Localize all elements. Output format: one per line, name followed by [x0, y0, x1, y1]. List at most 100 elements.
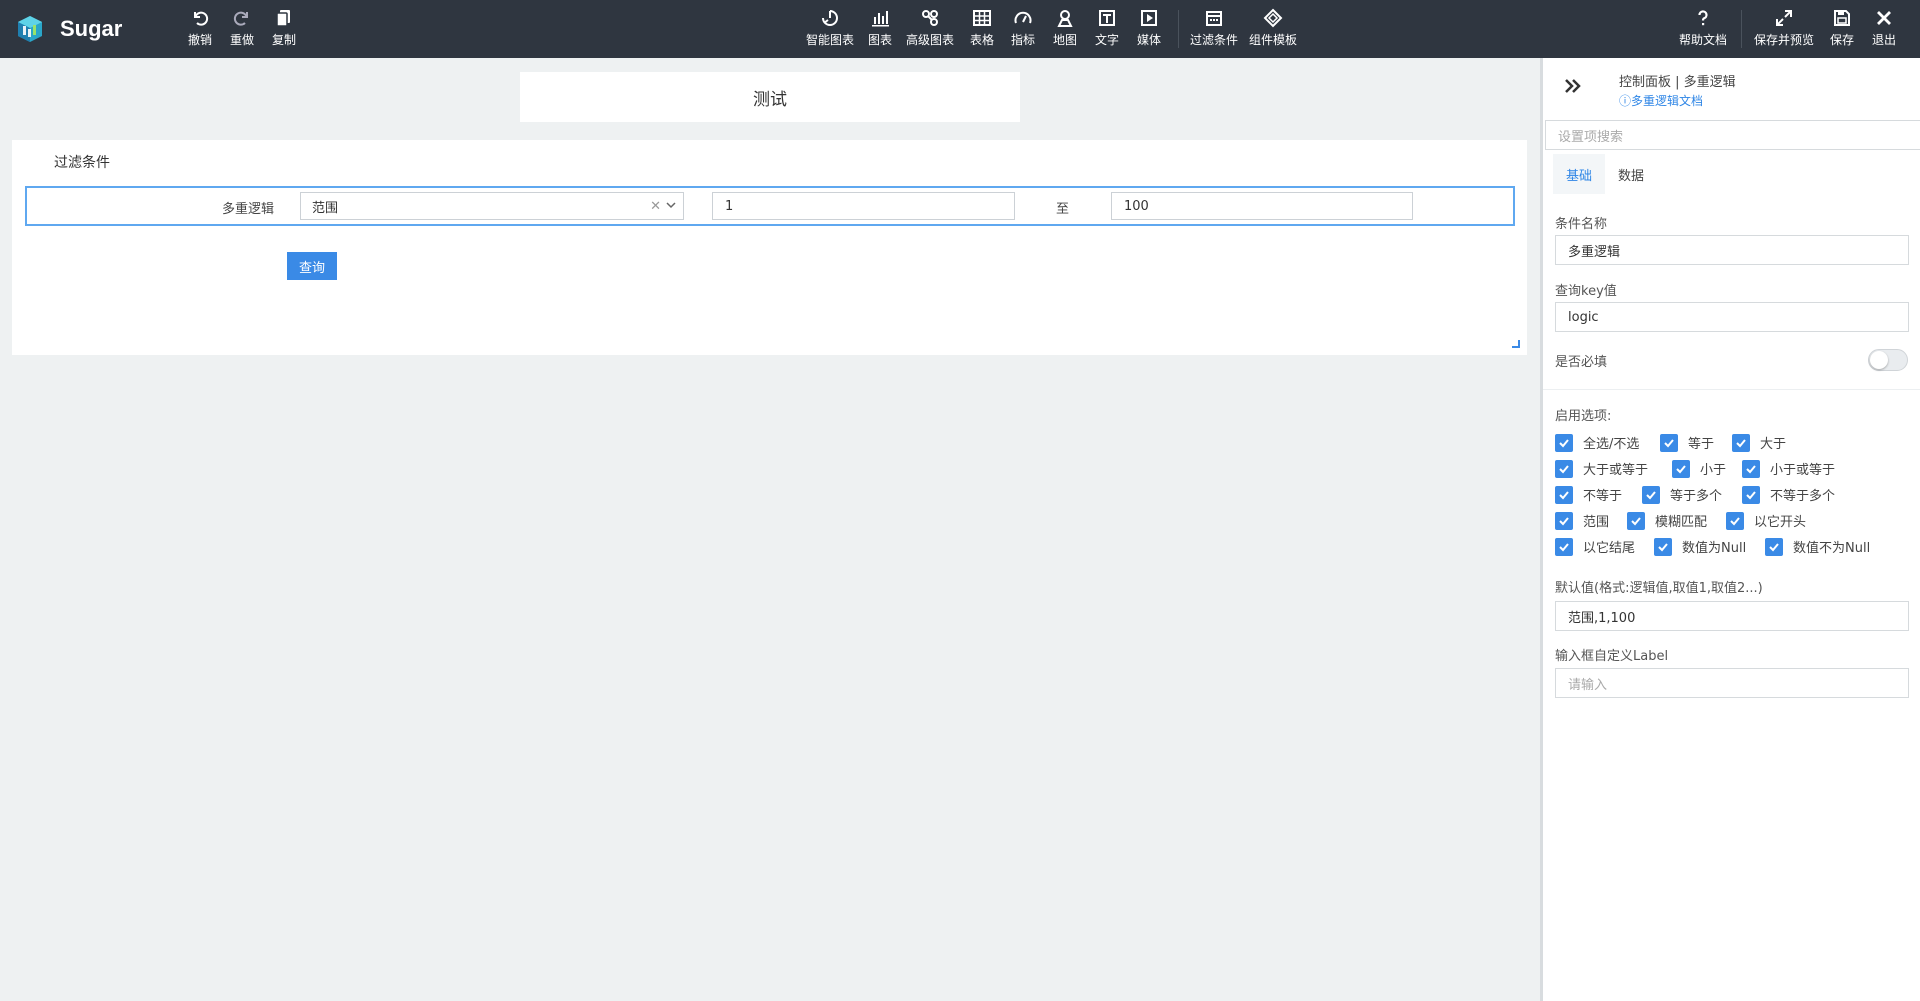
filter-condition-button[interactable]: 过滤条件 — [1190, 8, 1238, 48]
option-label: 不等于多个 — [1770, 489, 1836, 504]
settings-search-input[interactable]: 设置项搜索 — [1545, 120, 1920, 150]
option-label: 大于或等于 — [1583, 463, 1649, 478]
save-preview-button[interactable]: 保存并预览 — [1754, 8, 1814, 48]
option-label: 等于多个 — [1670, 489, 1723, 504]
range-to-input[interactable]: 100 — [1111, 192, 1413, 220]
query-key-input[interactable]: logic — [1555, 302, 1909, 332]
logic-select-value: 范围 — [312, 200, 339, 216]
tab-basic[interactable]: 基础 — [1553, 154, 1605, 194]
option-starts-with[interactable]: 以它开头 — [1726, 511, 1806, 530]
undo-label: 撤销 — [188, 33, 213, 47]
save-button[interactable]: 保存 — [1830, 8, 1854, 48]
option-greater[interactable]: 大于 — [1732, 433, 1786, 452]
resize-handle[interactable] — [1512, 340, 1520, 348]
custom-label-input[interactable]: 请输入 — [1555, 668, 1909, 698]
checkbox-checked-icon — [1555, 537, 1573, 556]
undo-button[interactable]: 撤销 — [188, 8, 212, 48]
checkbox-checked-icon — [1765, 537, 1783, 556]
option-ends-with[interactable]: 以它结尾 — [1555, 537, 1635, 556]
default-value-text: 范围,1,100 — [1568, 610, 1636, 626]
map-button[interactable]: 地图 — [1053, 8, 1077, 48]
checkbox-checked-icon — [1732, 433, 1750, 452]
checkbox-checked-icon — [1555, 433, 1573, 452]
advanced-chart-button[interactable]: 高级图表 — [906, 8, 954, 48]
component-template-button[interactable]: 组件模板 — [1249, 8, 1297, 48]
option-label: 以它开头 — [1754, 515, 1807, 530]
help-doc-button[interactable]: 帮助文档 — [1679, 8, 1727, 48]
checkbox-checked-icon — [1555, 511, 1573, 530]
option-label: 小于或等于 — [1770, 463, 1836, 478]
option-greater-equal[interactable]: 大于或等于 — [1555, 459, 1648, 478]
option-is-null[interactable]: 数值为Null — [1654, 537, 1746, 556]
media-button[interactable]: 媒体 — [1137, 8, 1161, 48]
tab-data[interactable]: 数据 — [1605, 154, 1657, 194]
filter-component[interactable]: 过滤条件 多重逻辑 范围 ✕ 1 至 100 查询 — [12, 140, 1527, 355]
option-equal-multiple[interactable]: 等于多个 — [1642, 485, 1722, 504]
condition-name-value: 多重逻辑 — [1568, 244, 1621, 260]
option-label: 数值不为Null — [1793, 541, 1871, 556]
options-label: 启用选项: — [1555, 409, 1612, 424]
option-label: 以它结尾 — [1583, 541, 1636, 556]
advanced-chart-label: 高级图表 — [906, 33, 955, 47]
custom-label-label: 输入框自定义Label — [1555, 649, 1669, 664]
option-not-null[interactable]: 数值不为Null — [1765, 537, 1870, 556]
settings-search-placeholder: 设置项搜索 — [1558, 129, 1624, 145]
condition-name-input[interactable]: 多重逻辑 — [1555, 235, 1909, 265]
option-label: 范围 — [1583, 515, 1610, 530]
range-to-value: 100 — [1124, 198, 1149, 214]
range-to-label: 至 — [1056, 202, 1070, 217]
copy-button[interactable]: 复制 — [272, 8, 296, 48]
exit-button[interactable]: 退出 — [1872, 8, 1896, 48]
option-less[interactable]: 小于 — [1672, 459, 1726, 478]
query-key-label: 查询key值 — [1555, 284, 1617, 299]
chevron-down-icon[interactable] — [665, 199, 677, 211]
doc-link-text: 多重逻辑文档 — [1631, 94, 1704, 108]
copy-icon — [276, 10, 290, 27]
option-equal[interactable]: 等于 — [1660, 433, 1714, 452]
redo-icon — [233, 11, 248, 26]
option-fuzzy-match[interactable]: 模糊匹配 — [1627, 511, 1707, 530]
text-label: 文字 — [1095, 33, 1120, 47]
indicator-button[interactable]: 指标 — [1011, 8, 1035, 48]
option-select-all[interactable]: 全选/不选 — [1555, 433, 1639, 452]
report-title[interactable]: 测试 — [520, 72, 1020, 122]
table-label: 表格 — [970, 33, 995, 47]
bar-chart-icon — [872, 11, 889, 27]
app-logo[interactable]: Sugar — [14, 14, 122, 44]
doc-link[interactable]: ⓘ多重逻辑文档 — [1619, 92, 1703, 109]
option-not-equal[interactable]: 不等于 — [1555, 485, 1622, 504]
option-not-equal-multiple[interactable]: 不等于多个 — [1742, 485, 1835, 504]
breadcrumb: 控制面板 | 多重逻辑 — [1619, 75, 1736, 90]
checkbox-checked-icon — [1672, 459, 1690, 478]
indicator-label: 指标 — [1011, 33, 1036, 47]
smart-chart-button[interactable]: 智能图表 — [806, 8, 854, 48]
option-label: 数值为Null — [1682, 541, 1747, 556]
panel-divider — [1543, 389, 1920, 390]
default-value-input[interactable]: 范围,1,100 — [1555, 601, 1909, 631]
double-chevron-right-icon[interactable] — [1563, 76, 1583, 96]
required-toggle[interactable] — [1868, 349, 1908, 371]
media-icon — [1141, 10, 1157, 26]
logic-select[interactable]: 范围 ✕ — [300, 192, 684, 220]
chart-button[interactable]: 图表 — [868, 8, 892, 48]
close-icon — [1877, 11, 1891, 25]
toolbar-divider-right — [1741, 10, 1742, 48]
toggle-knob — [1870, 351, 1888, 369]
query-button[interactable]: 查询 — [287, 252, 337, 280]
checkbox-checked-icon — [1742, 459, 1760, 478]
smart-chart-icon — [822, 10, 838, 26]
clear-icon[interactable]: ✕ — [650, 199, 661, 214]
table-button[interactable]: 表格 — [970, 8, 994, 48]
media-label: 媒体 — [1137, 33, 1162, 47]
range-from-input[interactable]: 1 — [712, 192, 1015, 220]
text-button[interactable]: 文字 — [1095, 8, 1119, 48]
advanced-chart-icon — [922, 10, 938, 26]
checkbox-checked-icon — [1726, 511, 1744, 530]
redo-button[interactable]: 重做 — [230, 8, 254, 48]
top-toolbar: Sugar 撤销 重做 复制 智能图表 图表 高级图表 表格 指标 地图 文字 — [0, 0, 1920, 58]
template-icon — [1263, 8, 1283, 28]
option-less-equal[interactable]: 小于或等于 — [1742, 459, 1835, 478]
option-range[interactable]: 范围 — [1555, 511, 1609, 530]
help-icon — [1698, 10, 1708, 26]
filter-row-selected[interactable]: 多重逻辑 范围 ✕ 1 至 100 — [25, 186, 1515, 226]
